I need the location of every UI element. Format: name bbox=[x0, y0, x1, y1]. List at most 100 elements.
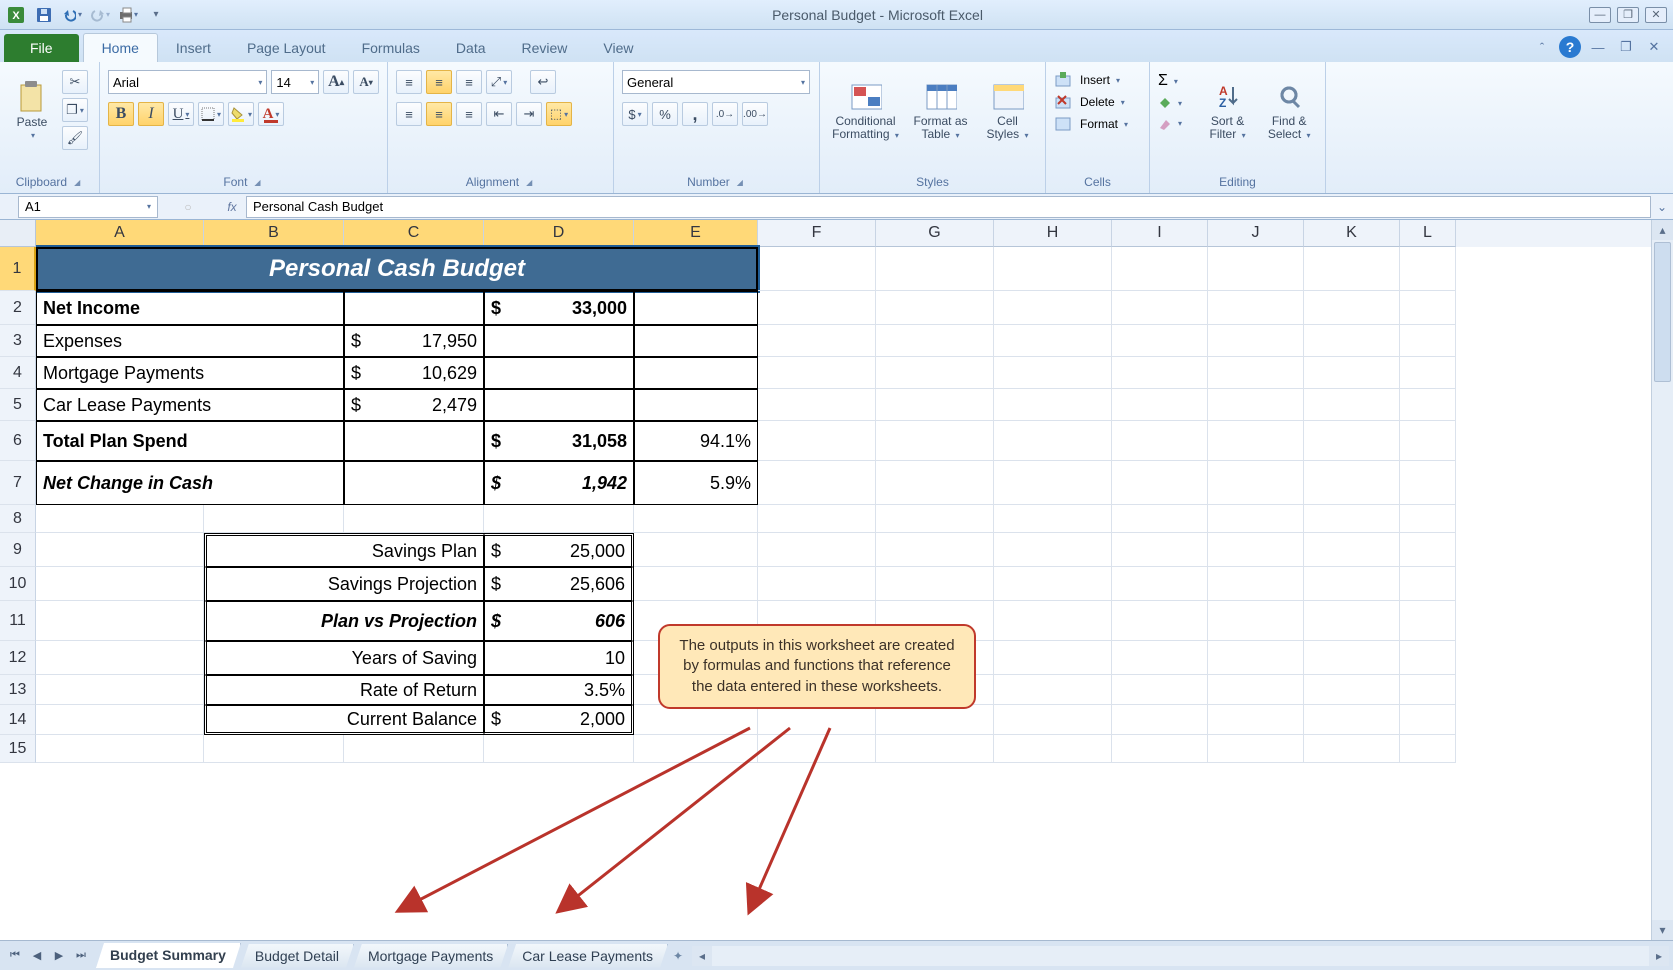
percent-button[interactable]: % bbox=[652, 102, 678, 126]
tab-home[interactable]: Home bbox=[83, 33, 158, 62]
help-icon[interactable]: ? bbox=[1559, 36, 1581, 58]
number-format-combo[interactable]: General▾ bbox=[622, 70, 810, 94]
scroll-right-icon[interactable]: ▸ bbox=[1649, 946, 1669, 966]
tab-page-layout[interactable]: Page Layout bbox=[229, 34, 344, 62]
find-select-button[interactable]: Find &Select ▾ bbox=[1261, 66, 1317, 156]
shrink-font-icon[interactable]: A▾ bbox=[353, 70, 379, 94]
column-header-A[interactable]: A bbox=[36, 220, 204, 247]
tab-review[interactable]: Review bbox=[504, 34, 586, 62]
workbook-restore-button[interactable]: ❐ bbox=[1615, 38, 1637, 56]
name-box[interactable]: A1▾ bbox=[18, 196, 158, 218]
redo-icon[interactable]: ▾ bbox=[90, 5, 110, 25]
row-header-6[interactable]: 6 bbox=[0, 421, 36, 461]
column-header-F[interactable]: F bbox=[758, 220, 876, 247]
row-header-4[interactable]: 4 bbox=[0, 357, 36, 389]
row-header-3[interactable]: 3 bbox=[0, 325, 36, 357]
align-left-icon[interactable]: ≡ bbox=[396, 102, 422, 126]
column-header-L[interactable]: L bbox=[1400, 220, 1456, 247]
column-header-B[interactable]: B bbox=[204, 220, 344, 247]
restore-button[interactable]: ❐ bbox=[1617, 7, 1639, 23]
column-header-I[interactable]: I bbox=[1112, 220, 1208, 247]
scroll-thumb[interactable] bbox=[1654, 242, 1671, 382]
tab-formulas[interactable]: Formulas bbox=[344, 34, 438, 62]
format-cells-button[interactable]: Format▾ bbox=[1054, 116, 1128, 132]
currency-button[interactable]: $▾ bbox=[622, 102, 648, 126]
sheet-nav-first-icon[interactable]: ⏮ bbox=[4, 946, 26, 966]
clipboard-dialog-launcher[interactable]: ◢ bbox=[71, 177, 83, 188]
column-header-K[interactable]: K bbox=[1304, 220, 1400, 247]
sheet-tab-car-lease-payments[interactable]: Car Lease Payments bbox=[508, 944, 668, 968]
row-header-7[interactable]: 7 bbox=[0, 461, 36, 505]
increase-indent-icon[interactable]: ⇥ bbox=[516, 102, 542, 126]
row-header-13[interactable]: 13 bbox=[0, 675, 36, 705]
copy-icon[interactable]: ❐▾ bbox=[62, 98, 88, 122]
decrease-indent-icon[interactable]: ⇤ bbox=[486, 102, 512, 126]
minimize-button[interactable]: — bbox=[1589, 7, 1611, 23]
align-bottom-icon[interactable]: ≡ bbox=[456, 70, 482, 94]
scroll-down-icon[interactable]: ▾ bbox=[1652, 920, 1673, 940]
formula-input[interactable]: Personal Cash Budget bbox=[246, 196, 1651, 218]
minimize-ribbon-icon[interactable]: ˆ bbox=[1531, 38, 1553, 56]
italic-button[interactable]: I bbox=[138, 102, 164, 126]
number-dialog-launcher[interactable]: ◢ bbox=[734, 177, 746, 188]
clear-button[interactable]: ▾ bbox=[1158, 116, 1194, 130]
column-header-E[interactable]: E bbox=[634, 220, 758, 247]
column-header-D[interactable]: D bbox=[484, 220, 634, 247]
paste-button[interactable]: Paste ▾ bbox=[8, 66, 56, 156]
sheet-tab-mortgage-payments[interactable]: Mortgage Payments bbox=[354, 944, 508, 968]
formula-bar-expand-icon[interactable]: ⌄ bbox=[1651, 200, 1673, 214]
workbook-close-button[interactable]: ✕ bbox=[1643, 38, 1665, 56]
format-painter-icon[interactable]: 🖌 bbox=[62, 126, 88, 150]
decrease-decimal-button[interactable]: .00→ bbox=[742, 102, 768, 126]
tab-view[interactable]: View bbox=[585, 34, 651, 62]
row-header-1[interactable]: 1 bbox=[0, 247, 36, 291]
sheet-tab-budget-detail[interactable]: Budget Detail bbox=[241, 944, 354, 968]
align-middle-icon[interactable]: ≡ bbox=[426, 70, 452, 94]
column-header-C[interactable]: C bbox=[344, 220, 484, 247]
sheet-tab-budget-summary[interactable]: Budget Summary bbox=[96, 943, 241, 968]
font-dialog-launcher[interactable]: ◢ bbox=[251, 177, 263, 188]
align-right-icon[interactable]: ≡ bbox=[456, 102, 482, 126]
row-header-15[interactable]: 15 bbox=[0, 735, 36, 763]
new-sheet-icon[interactable]: ✦ bbox=[668, 949, 688, 963]
insert-cells-button[interactable]: Insert▾ bbox=[1054, 72, 1128, 88]
vertical-scrollbar[interactable]: ▴ ▾ bbox=[1651, 220, 1673, 940]
row-header-8[interactable]: 8 bbox=[0, 505, 36, 533]
tab-file[interactable]: File bbox=[4, 34, 79, 62]
undo-icon[interactable]: ▾ bbox=[62, 5, 82, 25]
font-name-combo[interactable]: Arial▾ bbox=[108, 70, 267, 94]
bold-button[interactable]: B bbox=[108, 102, 134, 126]
row-header-10[interactable]: 10 bbox=[0, 567, 36, 601]
align-top-icon[interactable]: ≡ bbox=[396, 70, 422, 94]
print-icon[interactable]: ▾ bbox=[118, 5, 138, 25]
row-header-5[interactable]: 5 bbox=[0, 389, 36, 421]
font-color-button[interactable]: A▾ bbox=[258, 102, 284, 126]
autosum-button[interactable]: Σ▾ bbox=[1158, 72, 1194, 90]
font-size-combo[interactable]: 14▾ bbox=[271, 70, 319, 94]
column-header-J[interactable]: J bbox=[1208, 220, 1304, 247]
fill-color-button[interactable]: ▾ bbox=[228, 102, 254, 126]
sort-filter-button[interactable]: AZ Sort &Filter ▾ bbox=[1200, 66, 1256, 156]
horizontal-scrollbar[interactable]: ◂ ▸ bbox=[692, 946, 1669, 966]
tab-data[interactable]: Data bbox=[438, 34, 504, 62]
orientation-icon[interactable]: ⤢▾ bbox=[486, 70, 512, 94]
column-header-H[interactable]: H bbox=[994, 220, 1112, 247]
close-button[interactable]: ✕ bbox=[1645, 7, 1667, 23]
alignment-dialog-launcher[interactable]: ◢ bbox=[523, 177, 535, 188]
wrap-text-icon[interactable]: ↩ bbox=[530, 70, 556, 94]
border-button[interactable]: ▾ bbox=[198, 102, 224, 126]
workbook-minimize-button[interactable]: — bbox=[1587, 38, 1609, 56]
sheet-nav-prev-icon[interactable]: ◀ bbox=[26, 946, 48, 966]
cell-styles-button[interactable]: CellStyles ▾ bbox=[980, 66, 1036, 156]
row-header-12[interactable]: 12 bbox=[0, 641, 36, 675]
scroll-up-icon[interactable]: ▴ bbox=[1652, 220, 1673, 240]
increase-decimal-button[interactable]: .0→ bbox=[712, 102, 738, 126]
grow-font-icon[interactable]: A▴ bbox=[323, 70, 349, 94]
merge-center-button[interactable]: ⬚▾ bbox=[546, 102, 572, 126]
conditional-formatting-button[interactable]: ConditionalFormatting ▾ bbox=[830, 66, 902, 156]
row-header-11[interactable]: 11 bbox=[0, 601, 36, 641]
row-header-14[interactable]: 14 bbox=[0, 705, 36, 735]
qat-customize-icon[interactable]: ▾ bbox=[146, 5, 166, 25]
save-icon[interactable] bbox=[34, 5, 54, 25]
sheet-nav-next-icon[interactable]: ▶ bbox=[48, 946, 70, 966]
